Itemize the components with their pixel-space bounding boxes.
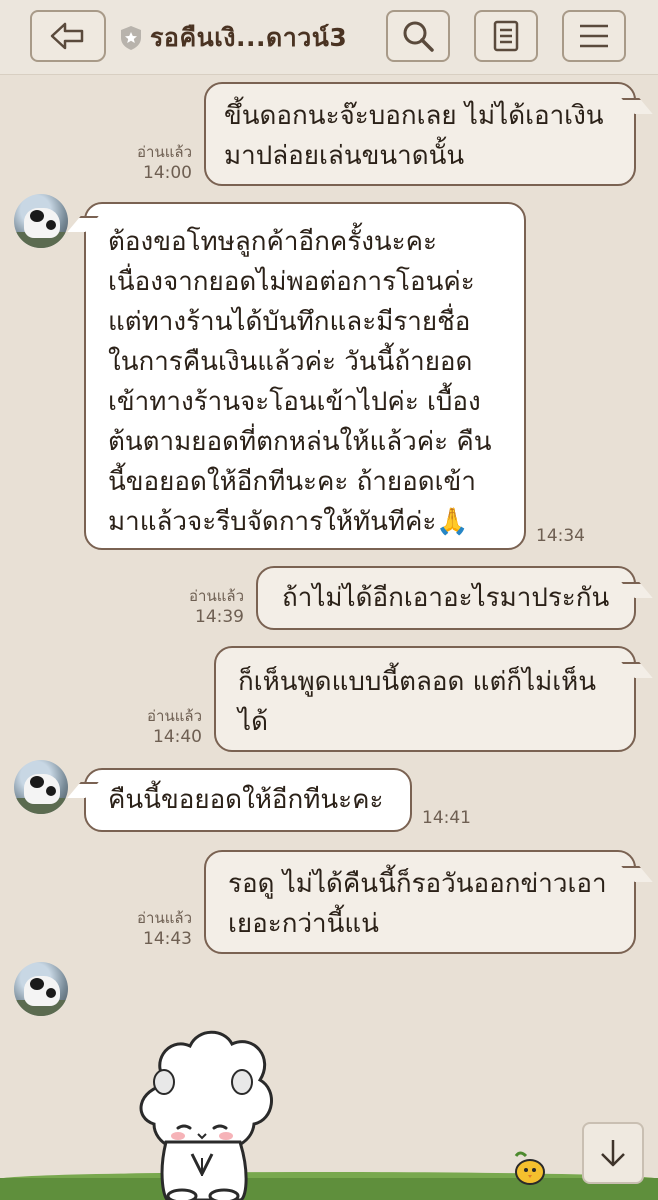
message-line: คืนนี้ขอยอดให้อีกทีนะคะ [108, 785, 384, 815]
chat-title-area[interactable]: รอคืนเงิ...ดาวน์3 [120, 18, 347, 58]
message-line: ต้นตามยอดที่ตกหล่นให้แล้วค่ะ คืน [108, 427, 492, 457]
back-arrow-icon [50, 22, 84, 50]
message-bubble-outgoing[interactable]: ถ้าไม่ได้อีกเอาอะไรมาประกัน [256, 566, 636, 630]
back-button[interactable] [30, 10, 106, 62]
read-receipt: อ่านแล้ว [137, 909, 192, 927]
message-line: ในการคืนเงินแล้วค่ะ วันนี้ถ้ายอด [108, 347, 473, 377]
message-time: 14:43 [143, 929, 192, 949]
message-bubble-incoming[interactable]: ต้องขอโทษลูกค้าอีกครั้งนะคะ เนื่องจากยอด… [84, 202, 526, 550]
chat-header: รอคืนเงิ...ดาวน์3 [0, 0, 658, 75]
message-bubble-outgoing[interactable]: ก็เห็นพูดแบบนี้ตลอด แต่ก็ไม่เห็น ได้ [214, 646, 636, 752]
message-line: เนื่องจากยอดไม่พอต่อการโอนค่ะ [108, 267, 475, 297]
read-receipt: อ่านแล้ว [189, 587, 244, 605]
read-receipt: อ่านแล้ว [137, 143, 192, 161]
search-icon [403, 21, 434, 52]
read-receipt: อ่านแล้ว [147, 707, 202, 725]
message-meta: อ่านแล้ว 14:40 [102, 706, 202, 748]
bowing-sheep-sticker-icon[interactable] [128, 1024, 278, 1200]
message-time: 14:41 [422, 808, 471, 828]
avatar[interactable] [14, 962, 68, 1016]
message-bubble-outgoing[interactable]: ขึ้นดอกนะจ๊ะบอกเลย ไม่ได้เอาเงิน มาปล่อย… [204, 82, 636, 186]
message-line: ก็เห็นพูดแบบนี้ตลอด แต่ก็ไม่เห็น [238, 667, 597, 697]
message-line: ต้องขอโทษลูกค้าอีกครั้งนะคะ [108, 227, 437, 257]
menu-icon [580, 24, 608, 48]
avatar[interactable] [14, 760, 68, 814]
message-meta: อ่านแล้ว 14:39 [144, 586, 244, 628]
shield-star-icon [121, 26, 141, 50]
message-line: ขึ้นดอกนะจ๊ะบอกเลย ไม่ได้เอาเงิน [224, 101, 604, 131]
message-meta: อ่านแล้ว 14:00 [92, 142, 192, 184]
avatar[interactable] [14, 194, 68, 248]
message-time: 14:00 [143, 163, 192, 183]
message-bubble-outgoing[interactable]: รอดู ไม่ได้คืนนี้ก็รอวันออกข่าวเอา เยอะก… [204, 850, 636, 954]
ground-decoration [0, 1178, 658, 1200]
message-line: มาแล้วจะรีบจัดการให้ทันทีค่ะ🙏 [108, 507, 469, 537]
arrow-down-icon [601, 1140, 625, 1167]
search-button[interactable] [386, 10, 450, 62]
message-line: มาปล่อยเล่นขนาดนั้น [224, 141, 465, 171]
message-time: 14:39 [195, 607, 244, 627]
message-line: เยอะกว่านี้แน่ [228, 909, 379, 939]
scroll-to-bottom-button[interactable] [582, 1122, 644, 1184]
message-line: แต่ทางร้านได้บันทึกและมีรายชื่อ [108, 307, 471, 337]
message-time: 14:40 [153, 727, 202, 747]
message-line: ได้ [238, 707, 268, 737]
message-bubble-incoming[interactable]: คืนนี้ขอยอดให้อีกทีนะคะ [84, 768, 412, 832]
chick-decoration-icon [514, 1151, 545, 1185]
message-line: นี้ขอยอดให้อีกทีนะคะ ถ้ายอดเข้า [108, 467, 476, 497]
menu-button[interactable] [562, 10, 626, 62]
chat-title: รอคืนเงิ...ดาวน์3 [150, 23, 348, 52]
message-line: รอดู ไม่ได้คืนนี้ก็รอวันออกข่าวเอา [228, 869, 607, 899]
message-line: เข้าทางร้านจะโอนเข้าไปค่ะ เบื้อง [108, 387, 481, 417]
message-meta: อ่านแล้ว 14:43 [92, 908, 192, 950]
note-button[interactable] [474, 10, 538, 62]
message-time: 14:34 [536, 526, 585, 546]
note-icon [493, 20, 519, 52]
message-line: ถ้าไม่ได้อีกเอาอะไรมาประกัน [282, 583, 610, 613]
